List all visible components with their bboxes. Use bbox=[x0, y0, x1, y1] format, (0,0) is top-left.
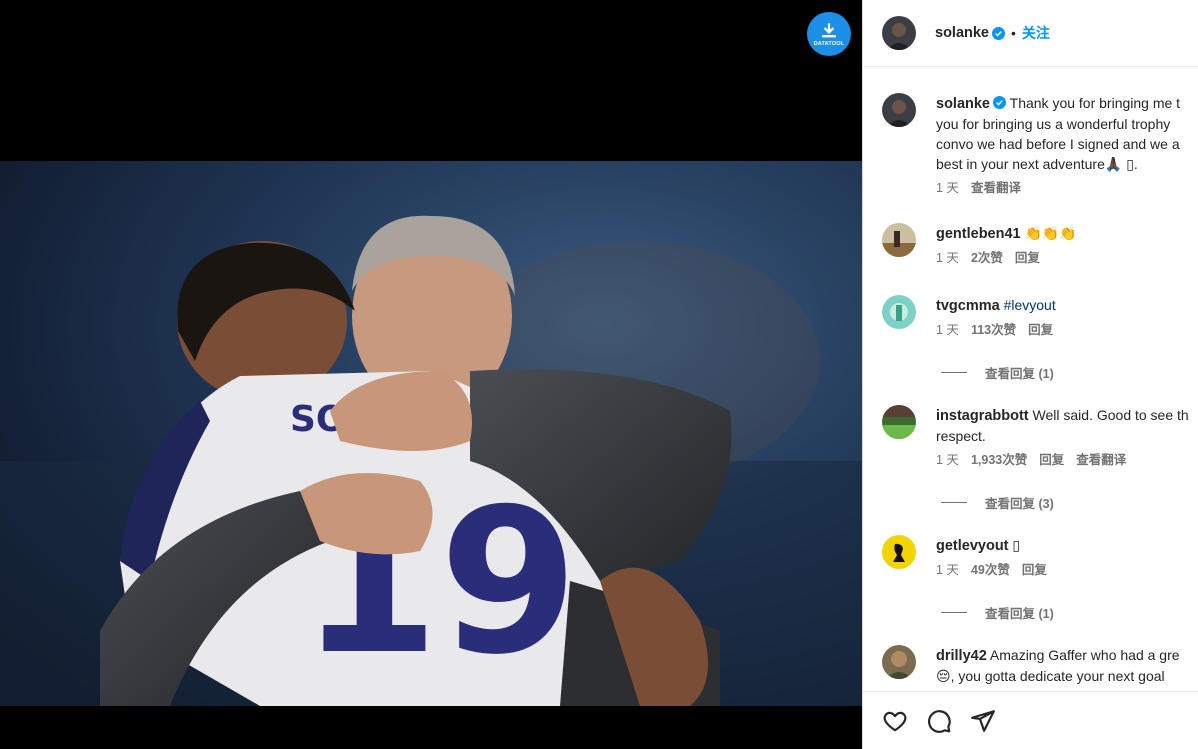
view-replies-button[interactable]: 查看回复 (1) bbox=[941, 363, 1054, 382]
verified-badge-icon bbox=[992, 26, 1005, 40]
comment-likes[interactable]: 113次赞 bbox=[971, 323, 1016, 337]
comment-likes[interactable]: 2次赞 bbox=[971, 251, 1003, 265]
comment-time: 1 天 bbox=[936, 251, 959, 265]
comment-item: getlevyout ▯ 1 天 49次赞 回复 bbox=[882, 535, 1198, 580]
comment-username[interactable]: gentleben41 bbox=[936, 226, 1021, 242]
post-caption: solanke Thank you for bringing me t you … bbox=[882, 93, 1198, 198]
comment-username[interactable]: tvgcmma bbox=[936, 298, 1000, 314]
follow-button[interactable]: 关注 bbox=[1022, 23, 1050, 43]
comment-text: Amazing Gaffer who had a gre bbox=[989, 647, 1180, 663]
comment-text: 👏👏👏 bbox=[1024, 225, 1077, 241]
comment-likes[interactable]: 1,933次赞 bbox=[971, 453, 1027, 467]
download-button[interactable]: DATATOOL bbox=[807, 12, 851, 56]
download-icon bbox=[821, 22, 837, 37]
comments-panel: solanke • 关注 solanke Thank you for bring… bbox=[862, 0, 1198, 749]
comment-item: instagrabbott Well said. Good to see th … bbox=[882, 405, 1198, 470]
comment-username[interactable]: instagrabbott bbox=[936, 408, 1029, 424]
translate-link[interactable]: 查看翻译 bbox=[1076, 453, 1126, 467]
comment-item: drilly42 Amazing Gaffer who had a gre 😔,… bbox=[882, 645, 1198, 686]
reply-button[interactable]: 回复 bbox=[1022, 563, 1047, 577]
comment-item: tvgcmma #levyout 1 天 113次赞 回复 bbox=[882, 295, 1198, 340]
comment-avatar[interactable] bbox=[882, 405, 916, 439]
share-icon[interactable] bbox=[970, 708, 996, 734]
comment-text: respect. bbox=[936, 428, 986, 444]
comment-icon[interactable] bbox=[926, 708, 952, 734]
comment-item: gentleben41 👏👏👏 1 天 2次赞 回复 bbox=[882, 223, 1198, 268]
caption-username[interactable]: solanke bbox=[936, 96, 990, 112]
caption-line: best in your next adventure🙏🏿 ▯. bbox=[936, 156, 1138, 172]
comment-username[interactable]: drilly42 bbox=[936, 648, 987, 664]
heart-icon[interactable] bbox=[882, 708, 908, 734]
comment-likes[interactable]: 49次赞 bbox=[971, 563, 1010, 577]
caption-line: you for bringing us a wonderful trophy bbox=[936, 116, 1171, 132]
view-replies-label: 查看回复 (3) bbox=[985, 497, 1054, 511]
comment-avatar[interactable] bbox=[882, 223, 916, 257]
comment-username[interactable]: getlevyout bbox=[936, 538, 1009, 554]
author-avatar[interactable] bbox=[882, 16, 916, 50]
comment-avatar[interactable] bbox=[882, 295, 916, 329]
comment-avatar[interactable] bbox=[882, 535, 916, 569]
comment-time: 1 天 bbox=[936, 453, 959, 467]
author-username[interactable]: solanke bbox=[935, 25, 989, 41]
reply-button[interactable]: 回复 bbox=[1015, 251, 1040, 265]
media-viewer: 19 SO DATATOOL bbox=[0, 0, 862, 749]
post-header: solanke • 关注 bbox=[863, 0, 1198, 67]
post-action-bar bbox=[863, 691, 1198, 749]
comment-avatar[interactable] bbox=[882, 645, 916, 679]
caption-time: 1 天 bbox=[936, 181, 959, 195]
header-separator: • bbox=[1011, 25, 1016, 41]
caption-line: Thank you for bringing me t bbox=[1009, 95, 1181, 111]
translate-link[interactable]: 查看翻译 bbox=[971, 181, 1021, 195]
comment-text: 😔, you gotta dedicate your next goal bbox=[936, 668, 1165, 684]
view-replies-button[interactable]: 查看回复 (1) bbox=[941, 603, 1054, 622]
view-replies-label: 查看回复 (1) bbox=[985, 367, 1054, 381]
view-replies-button[interactable]: 查看回复 (3) bbox=[941, 493, 1054, 512]
download-button-label: DATATOOL bbox=[813, 40, 845, 47]
caption-avatar[interactable] bbox=[882, 93, 916, 127]
comment-list[interactable]: solanke Thank you for bringing me t you … bbox=[863, 67, 1198, 691]
post-photo[interactable]: 19 SO bbox=[0, 161, 862, 706]
verified-badge-icon bbox=[993, 96, 1006, 109]
photo-illustration: 19 SO bbox=[0, 161, 862, 706]
reply-button[interactable]: 回复 bbox=[1039, 453, 1064, 467]
view-replies-label: 查看回复 (1) bbox=[985, 607, 1054, 621]
comment-text: Well said. Good to see th bbox=[1032, 407, 1189, 423]
reply-button[interactable]: 回复 bbox=[1028, 323, 1053, 337]
comment-time: 1 天 bbox=[936, 563, 959, 577]
comment-text: ▯ bbox=[1012, 537, 1021, 553]
comment-time: 1 天 bbox=[936, 323, 959, 337]
hashtag-link[interactable]: #levyout bbox=[1004, 297, 1056, 313]
caption-line: convo we had before I signed and we a bbox=[936, 136, 1180, 152]
